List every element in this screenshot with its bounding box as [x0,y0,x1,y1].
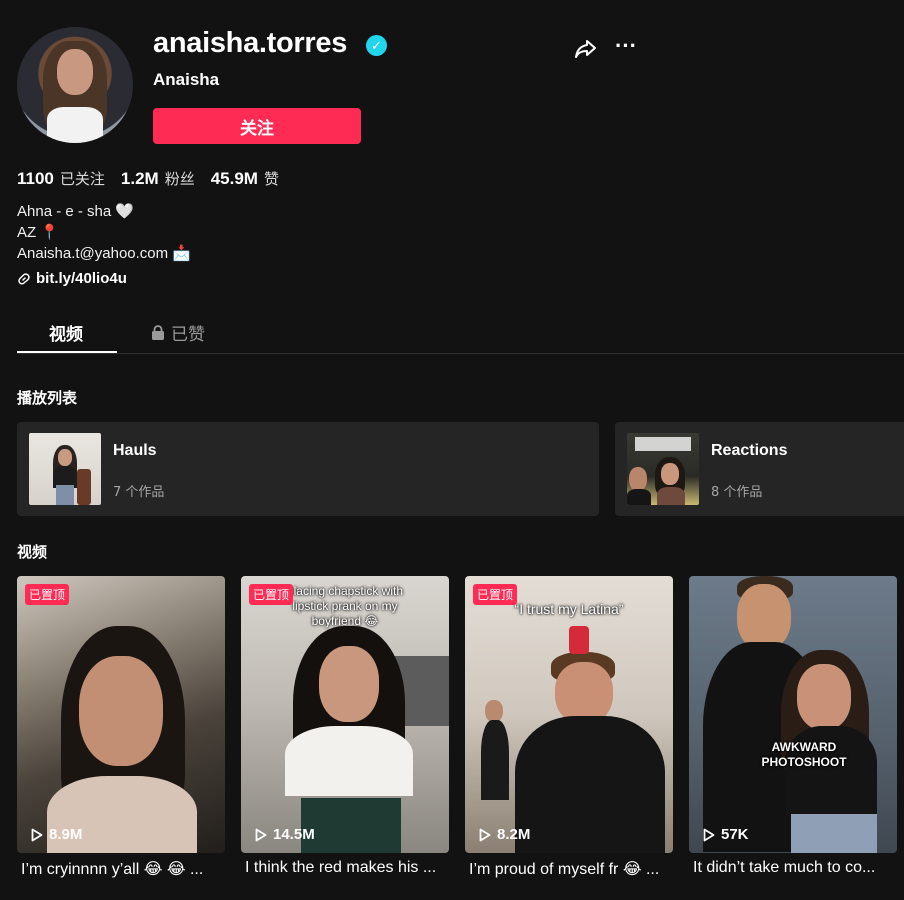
video-caption[interactable]: I’m proud of myself fr 😂 ... [465,859,665,879]
more-icon[interactable]: ··· [615,35,641,62]
view-count: 8.2M [479,826,530,843]
following-label: 已关注 [59,170,105,188]
link-icon [18,272,30,284]
view-count-text: 8.2M [497,826,531,843]
profile-avatar[interactable] [17,27,133,143]
profile-link-text[interactable]: bit.ly/40lio4u [36,270,127,287]
video-card[interactable]: placing chapstick with lipstick prank on… [241,576,449,877]
video-thumbnail[interactable]: placing chapstick with lipstick prank on… [241,576,449,853]
view-count: 57K [703,826,749,843]
likes-stat: 45.9M 赞 [211,168,279,189]
verified-badge-icon: ✓ [366,35,387,56]
view-count: 8.9M [31,826,82,843]
profile-link[interactable]: bit.ly/40lio4u [17,270,127,287]
video-caption[interactable]: I think the red makes his ... [241,859,441,877]
playlist-title: Reactions [711,442,788,459]
likes-label: 赞 [263,170,279,188]
bio-line: AZ 📍 [17,224,60,241]
tab-liked-label: 已赞 [171,325,205,345]
video-card[interactable]: “I trust my Latina” 已置顶 8.2M I’m proud o… [465,576,673,879]
play-icon [255,828,267,841]
video-caption[interactable]: I’m cryinnnn y’all 😂 😂 ... [17,859,217,879]
lock-icon [152,325,164,340]
following-stat[interactable]: 1100 已关注 [17,168,105,189]
followers-stat[interactable]: 1.2M 粉丝 [121,168,195,189]
playlist-thumbnail [627,433,699,505]
share-icon[interactable] [573,36,599,62]
play-icon [31,828,43,841]
tab-liked[interactable]: 已赞 [151,320,205,345]
playlist-title: Hauls [113,442,157,459]
video-thumbnail[interactable]: AWKWARD PHOTOSHOOT 57K [689,576,897,853]
video-caption[interactable]: It didn’t take much to co... [689,859,889,877]
view-count: 14.5M [255,826,315,843]
active-tab-indicator [17,351,117,353]
video-card[interactable]: 已置顶 8.9M I’m cryinnnn y’all 😂 😂 ... [17,576,225,879]
playlist-card-hauls[interactable]: Hauls 7 个作品 [17,422,599,516]
view-count-text: 57K [721,826,749,843]
following-count: 1100 [17,169,54,188]
pinned-badge: 已置顶 [249,584,294,605]
follow-button[interactable]: 关注 [153,108,361,144]
play-icon [479,828,491,841]
playlist-count: 8 个作品 [711,485,763,500]
video-thumbnail[interactable]: “I trust my Latina” 已置顶 8.2M [465,576,673,853]
profile-display-name: Anaisha [153,70,220,89]
videos-heading: 视频 [17,543,48,561]
tab-videos[interactable]: 视频 [49,320,83,345]
video-overlay-text: AWKWARD PHOTOSHOOT [761,740,847,769]
profile-stats: 1100 已关注 1.2M 粉丝 45.9M 赞 [17,168,279,189]
followers-label: 粉丝 [164,170,195,188]
profile-tabs: 视频 已赞 [17,312,904,354]
video-card[interactable]: AWKWARD PHOTOSHOOT 57K It didn’t take mu… [689,576,897,877]
followers-count: 1.2M [120,169,159,188]
profile-username: anaisha.torres [153,27,348,59]
view-count-text: 8.9M [49,826,83,843]
playlists-heading: 播放列表 [17,389,78,407]
pinned-badge: 已置顶 [473,584,518,605]
video-thumbnail[interactable]: 已置顶 8.9M [17,576,225,853]
playlist-count: 7 个作品 [113,485,165,500]
likes-count: 45.9M [210,169,258,188]
playlist-card-reactions[interactable]: Reactions 8 个作品 [615,422,904,516]
profile-bio: Ahna - e - sha 🤍 AZ 📍 Anaisha.t@yahoo.co… [17,201,191,264]
bio-line: Ahna - e - sha 🤍 [17,203,135,220]
bio-line: Anaisha.t@yahoo.com 📩 [17,245,191,262]
pinned-badge: 已置顶 [25,584,70,605]
view-count-text: 14.5M [273,826,315,843]
play-icon [703,828,715,841]
playlist-thumbnail [29,433,101,505]
